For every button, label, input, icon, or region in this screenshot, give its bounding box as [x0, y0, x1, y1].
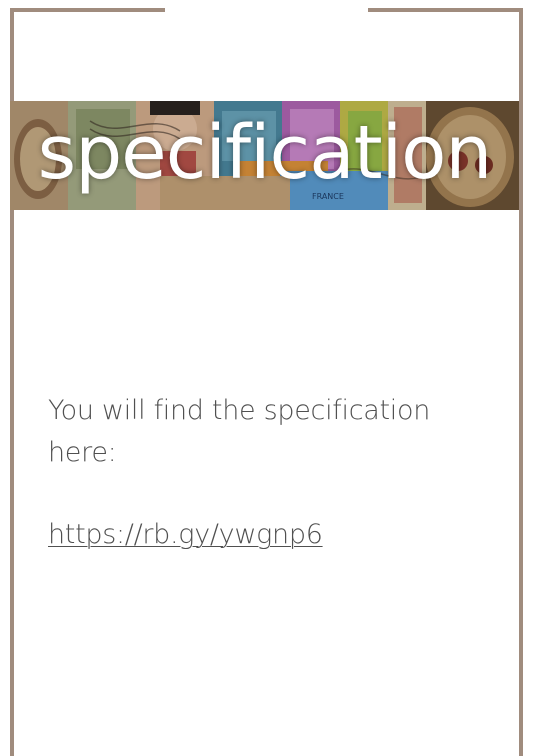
- banner-title: specification: [37, 109, 493, 196]
- specification-link[interactable]: https://rb.gy/ywgnp6: [48, 517, 323, 553]
- page: FRANCE specification You will find the s…: [0, 0, 533, 756]
- frame-top-left-border: [10, 8, 165, 12]
- frame-top-right-border: [368, 8, 523, 12]
- content-area: You will find the specification here: ht…: [48, 390, 488, 553]
- frame-right-border: [519, 8, 523, 756]
- specification-banner: FRANCE specification: [10, 101, 519, 210]
- intro-text: You will find the specification here:: [48, 395, 431, 468]
